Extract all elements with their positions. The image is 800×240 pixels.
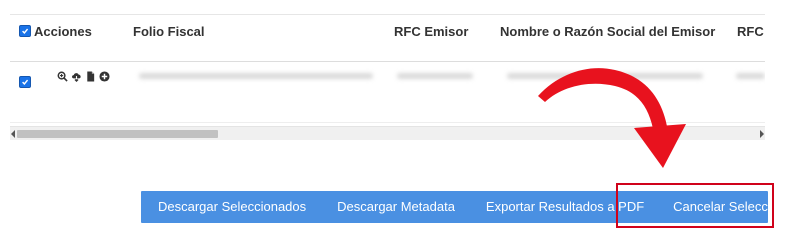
row-checkbox[interactable] [19, 76, 31, 88]
check-icon [22, 28, 29, 34]
document-icon[interactable] [85, 71, 96, 82]
header-nombre-emisor[interactable]: Nombre o Razón Social del Emisor [500, 24, 715, 39]
zoom-in-icon[interactable] [57, 71, 68, 82]
scrollbar-thumb[interactable] [17, 130, 218, 138]
add-circle-icon[interactable] [99, 71, 110, 82]
highlight-box [616, 183, 774, 228]
redacted-folio-fiscal [139, 73, 373, 79]
table-header: Acciones Folio Fiscal RFC Emisor Nombre … [10, 14, 765, 62]
select-all-checkbox[interactable] [19, 25, 31, 37]
scroll-left-arrow-icon[interactable] [11, 130, 15, 138]
results-table: Acciones Folio Fiscal RFC Emisor Nombre … [10, 14, 765, 140]
descargar-seleccionados-button[interactable]: Descargar Seleccionados [158, 191, 306, 223]
redacted-nombre-emisor [507, 73, 703, 79]
scroll-right-arrow-icon[interactable] [760, 130, 764, 138]
cloud-download-icon[interactable] [71, 71, 82, 82]
descargar-metadata-button[interactable]: Descargar Metadata [337, 191, 455, 223]
header-rfc-emisor[interactable]: RFC Emisor [394, 24, 468, 39]
header-rfc-receptor[interactable]: RFC [737, 24, 764, 39]
redacted-rfc-emisor [397, 73, 473, 79]
row-actions [57, 71, 110, 82]
redacted-rfc-receptor [736, 73, 765, 79]
table-row [10, 62, 765, 123]
horizontal-scrollbar[interactable] [10, 126, 765, 140]
header-folio-fiscal[interactable]: Folio Fiscal [133, 24, 205, 39]
check-icon [22, 79, 29, 85]
header-acciones[interactable]: Acciones [34, 24, 92, 39]
